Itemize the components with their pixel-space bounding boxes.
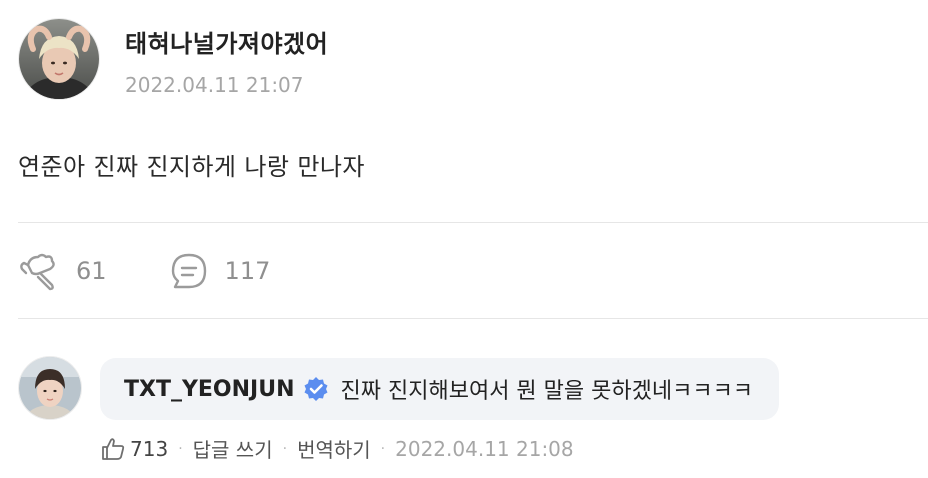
reply-button[interactable]: 답글 쓰기: [193, 434, 273, 463]
comment-bubble: TXT_YEONJUN 진짜 진지해보여서 뭔 말을 못하겠네ㅋㅋㅋㅋ: [100, 358, 780, 420]
comment-button[interactable]: 117: [167, 251, 271, 291]
divider: [18, 318, 928, 319]
post-date: 2022.04.11 21:07: [125, 73, 304, 97]
comment-date: 2022.04.11 21:08: [395, 436, 574, 461]
like-button[interactable]: 61: [18, 251, 107, 291]
commenter-name[interactable]: TXT_YEONJUN: [124, 377, 295, 402]
comment-text: 진짜 진지해보여서 뭔 말을 못하겠네ㅋㅋㅋㅋ: [340, 379, 754, 404]
speech-bubble-icon: [171, 253, 206, 289]
translate-button[interactable]: 번역하기: [297, 434, 371, 463]
separator: ·: [282, 440, 288, 457]
thumbs-up-icon[interactable]: [100, 436, 126, 462]
comment-item: TXT_YEONJUN 진짜 진지해보여서 뭔 말을 못하겠네ㅋㅋㅋㅋ: [18, 356, 780, 420]
verified-badge-icon: [304, 377, 328, 401]
comment-like-count: 713: [130, 436, 169, 461]
post-stats: 61 117: [18, 251, 270, 291]
divider: [18, 222, 928, 223]
post-body: 연준아 진짜 진지하게 나랑 만나자: [18, 153, 365, 181]
like-count: 61: [76, 257, 107, 285]
commenter-avatar[interactable]: [18, 356, 82, 420]
comment-actions: 713 · 답글 쓰기 · 번역하기 · 2022.04.11 21:08: [100, 434, 574, 463]
author-block: 태혀나널가져야겠어 2022.04.11 21:07: [125, 18, 328, 97]
comment-count: 117: [224, 257, 271, 285]
author-name[interactable]: 태혀나널가져야겠어: [125, 24, 328, 59]
hand-heart-icon: [20, 253, 55, 291]
separator: ·: [178, 440, 183, 457]
separator: ·: [380, 440, 386, 457]
author-avatar[interactable]: [18, 18, 100, 100]
post-header: 태혀나널가져야겠어 2022.04.11 21:07: [18, 18, 328, 100]
